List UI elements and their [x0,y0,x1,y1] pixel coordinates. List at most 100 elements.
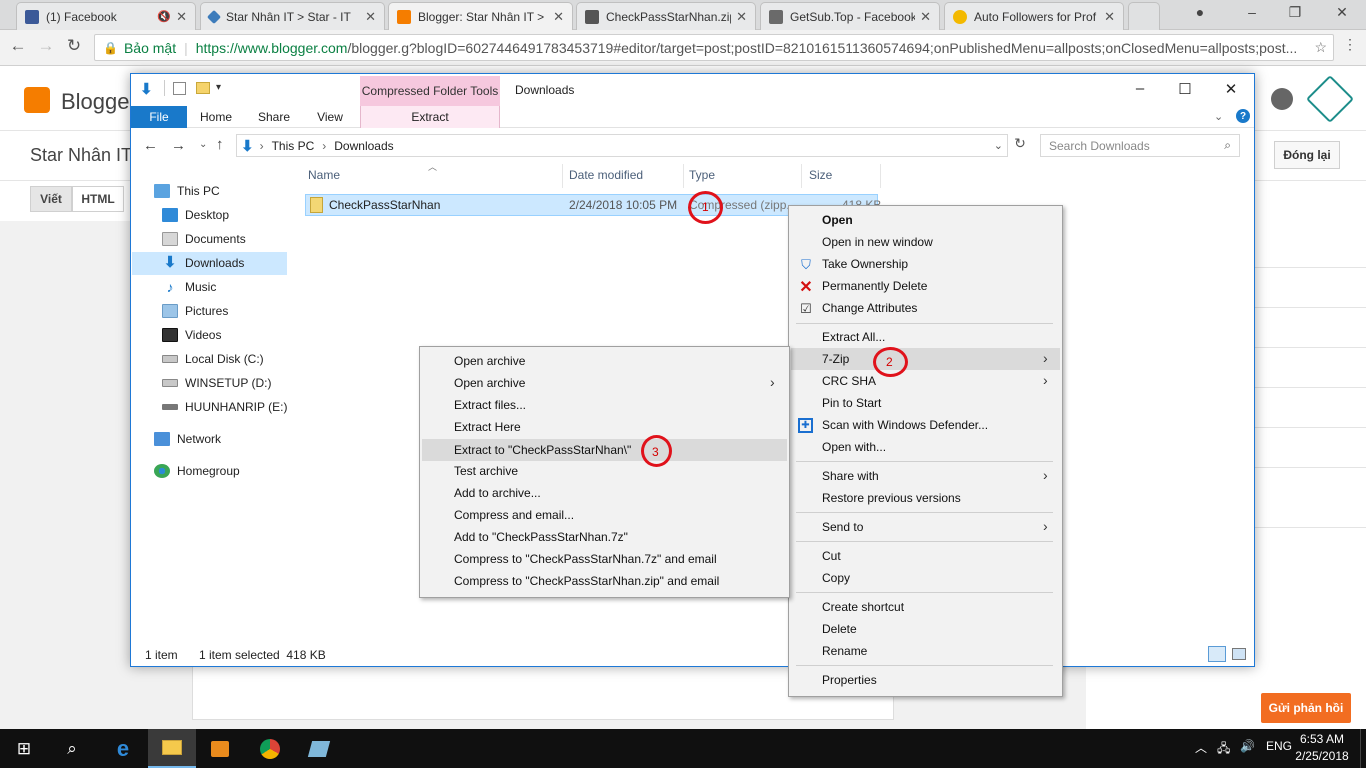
close-post-button[interactable]: Đóng lại [1274,141,1340,169]
menu-item-compress-zip-email[interactable]: Compress to "CheckPassStarNhan.zip" and … [454,570,719,592]
new-folder-icon[interactable] [196,82,210,94]
show-desktop-button[interactable] [1360,729,1366,768]
chevron-right-icon[interactable]: › [322,139,326,153]
chevron-down-icon[interactable]: ⌄ [994,139,1003,152]
column-header-name[interactable]: Name [308,168,340,182]
help-icon[interactable]: ? [1236,109,1250,123]
menu-item-add-to-7z[interactable]: Add to "CheckPassStarNhan.7z" [454,526,628,548]
nav-item-music[interactable]: ♪ Music [162,276,217,298]
tab-share[interactable]: Share [248,106,300,128]
menu-item-permanently-delete[interactable]: Permanently Delete [822,275,927,297]
menu-item-7zip[interactable]: 7-Zip [822,348,849,370]
menu-dots-icon[interactable]: ⋮ [1338,36,1362,53]
nav-item-network[interactable]: Network [154,428,221,450]
breadcrumb-this-pc[interactable]: This PC [272,139,315,153]
html-mode-button[interactable]: HTML [72,186,124,212]
forward-icon[interactable]: → [171,137,186,154]
blogger-brand[interactable]: Blogger [61,89,137,115]
menu-item-extract-here[interactable]: Extract Here [454,416,521,438]
menu-item-rename[interactable]: Rename [822,640,867,662]
feedback-button[interactable]: Gửi phản hồi [1261,693,1351,723]
explorer-address-bar[interactable]: ⬇ › This PC › Downloads ⌄ [236,134,1008,157]
new-tab-button[interactable] [1128,2,1160,30]
menu-item-take-ownership[interactable]: Take Ownership [822,253,908,275]
up-icon[interactable]: ↑ [216,136,224,153]
blogger-logo-icon[interactable] [24,87,50,113]
menu-item-extract-all[interactable]: Extract All... [822,326,885,348]
compose-mode-button[interactable]: Viết [30,186,72,212]
menu-item-create-shortcut[interactable]: Create shortcut [822,596,904,618]
bookmark-star-icon[interactable]: ☆ [1314,39,1327,56]
windows-start-icon[interactable]: ⊞ [0,729,48,768]
network-tray-icon[interactable]: 🖧 [1217,739,1230,760]
menu-item-share-with[interactable]: Share with [822,465,879,487]
chrome-icon[interactable] [246,729,294,768]
menu-item-scan-defender[interactable]: Scan with Windows Defender... [822,414,988,436]
maximize-icon[interactable]: ☐ [1170,80,1200,98]
tab-home[interactable]: Home [190,106,242,128]
tab-checkpass-zip[interactable]: CheckPassStarNhan.zip ✕ [576,2,756,30]
menu-item-copy[interactable]: Copy [822,567,850,589]
back-icon[interactable]: ← [143,137,158,154]
restore-icon[interactable]: ❐ [1275,4,1315,21]
tab-star-nhan-it[interactable]: Star Nhân IT > Star - IT ✕ [200,2,385,30]
close-tab-icon[interactable]: ✕ [1104,9,1115,25]
address-bar[interactable]: 🔒 Bảo mật | https://www.blogger.com /blo… [94,34,1334,61]
menu-item-cut[interactable]: Cut [822,545,841,567]
menu-item-open-archive-submenu[interactable]: Open archive [454,372,525,394]
menu-item-open-with[interactable]: Open with... [822,436,886,458]
menu-item-delete[interactable]: Delete [822,618,857,640]
menu-item-extract-files[interactable]: Extract files... [454,394,526,416]
close-tab-icon[interactable]: ✕ [920,9,931,25]
menu-item-open[interactable]: Open [822,209,853,231]
minimize-icon[interactable]: – [1125,80,1155,97]
close-tab-icon[interactable]: ✕ [736,9,747,25]
close-tab-icon[interactable]: ✕ [365,9,376,25]
profile-icon[interactable]: ● [1180,4,1220,20]
tab-getsub[interactable]: GetSub.Top - Facebook ✕ [760,2,940,30]
close-tab-icon[interactable]: ✕ [176,9,187,25]
tab-facebook[interactable]: (1) Facebook 🔇 ✕ [16,2,196,30]
mute-icon[interactable]: 🔇 [157,10,171,23]
media-player-icon[interactable] [196,729,244,768]
chevron-right-icon[interactable]: › [260,139,264,153]
app-icon[interactable] [295,729,343,768]
menu-item-crc-sha[interactable]: CRC SHA [822,370,876,392]
tab-file[interactable]: File [131,106,187,128]
clock[interactable]: 6:53 AM 2/25/2018 [1290,731,1354,765]
nav-item-pictures[interactable]: Pictures [162,300,228,322]
properties-icon[interactable] [173,82,186,95]
menu-item-add-to-archive[interactable]: Add to archive... [454,482,541,504]
close-window-icon[interactable]: ✕ [1322,4,1362,21]
file-explorer-taskbar-icon[interactable] [148,729,196,768]
nav-item-videos[interactable]: Videos [162,324,221,346]
large-icons-view-icon[interactable] [1232,648,1246,660]
back-icon[interactable]: ← [6,36,30,56]
customize-qat-icon[interactable]: ▾ [216,82,221,93]
tab-extract[interactable]: Extract [360,106,500,128]
menu-item-compress-and-email[interactable]: Compress and email... [454,504,574,526]
column-header-date-modified[interactable]: Date modified [569,168,643,182]
notifications-icon[interactable] [1271,88,1293,110]
nav-item-documents[interactable]: Documents [162,228,246,250]
menu-item-change-attributes[interactable]: Change Attributes [822,297,917,319]
tab-blogger[interactable]: Blogger: Star Nhân IT > ✕ [388,2,573,30]
minimize-icon[interactable]: – [1232,4,1272,20]
nav-item-winsetup-d[interactable]: WINSETUP (D:) [162,372,271,394]
menu-item-pin-to-start[interactable]: Pin to Start [822,392,881,414]
refresh-icon[interactable]: ↻ [1010,135,1030,156]
search-icon[interactable]: ⌕ [48,729,96,768]
nav-item-local-disk-c[interactable]: Local Disk (C:) [162,348,264,370]
input-language[interactable]: ENG [1266,739,1292,753]
close-tab-icon[interactable]: ✕ [553,9,564,25]
nav-item-this-pc[interactable]: This PC [154,180,220,202]
tab-auto-followers[interactable]: Auto Followers for Prof ✕ [944,2,1124,30]
recent-locations-icon[interactable]: ⌄ [199,139,207,150]
menu-item-properties[interactable]: Properties [822,669,877,691]
nav-item-downloads[interactable]: ⬇ Downloads [162,252,245,274]
menu-item-open-archive[interactable]: Open archive [454,350,525,372]
breadcrumb-downloads[interactable]: Downloads [334,139,393,153]
nav-item-desktop[interactable]: Desktop [162,204,229,226]
expand-ribbon-icon[interactable]: ⌄ [1214,110,1223,123]
search-input[interactable]: Search Downloads ⌕ [1040,134,1240,157]
